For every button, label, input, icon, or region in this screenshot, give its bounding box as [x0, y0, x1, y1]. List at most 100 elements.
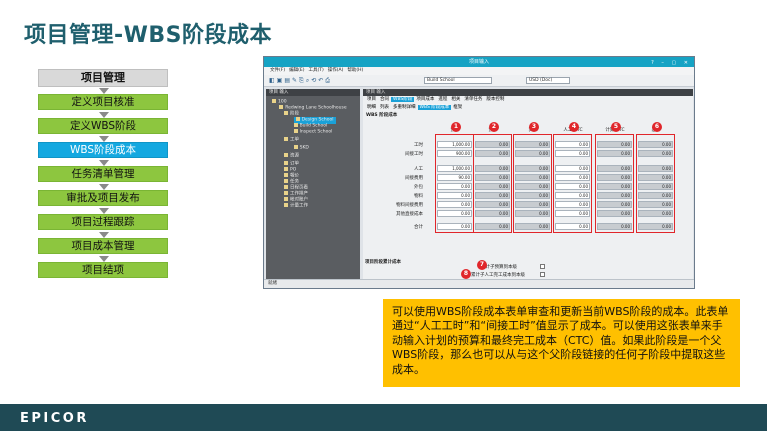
row-label: 合计 — [414, 225, 423, 230]
folder-icon — [284, 137, 288, 141]
cost-cell[interactable]: 0.00 — [555, 192, 590, 199]
callout-badge: 2 — [489, 122, 499, 132]
down-arrow-icon — [99, 208, 109, 214]
toolbar-icons[interactable]: ◧▣▤✎⎘⌕⟲↶⎙ — [269, 77, 332, 85]
cost-cell: 0.00 — [515, 210, 550, 217]
tab[interactable]: 项目成本 — [414, 97, 436, 102]
cost-cell[interactable]: 0.00 — [437, 223, 472, 230]
menu-item[interactable]: 编辑(E) — [289, 68, 304, 73]
process-header: 项目管理 — [38, 69, 168, 87]
window-body: 项目 输入 100 Redwing Lane Schoolhouse 阶段 Desig… — [264, 87, 694, 280]
cost-cell[interactable]: 0.00 — [555, 201, 590, 208]
cost-cell[interactable]: 0.00 — [555, 141, 590, 148]
folder-icon — [293, 123, 298, 127]
cost-cell: 0.00 — [638, 201, 673, 208]
process-step: 定义项目核准 — [38, 94, 168, 110]
cost-cell[interactable]: 0.00 — [555, 223, 590, 230]
main-header: 项目 输入 — [363, 89, 693, 96]
phase-combo[interactable]: Build School — [424, 77, 492, 84]
page-title: 项目管理-WBS阶段成本 — [24, 23, 273, 48]
cost-cell: 0.00 — [638, 210, 673, 217]
cost-cell: 0.00 — [597, 174, 632, 181]
row-label: 其他直接成本 — [396, 212, 423, 217]
tab[interactable]: 進程 — [436, 97, 449, 102]
tab[interactable]: 列表 — [378, 105, 391, 110]
tree-node[interactable]: 计量工作 — [284, 203, 308, 210]
menu-item[interactable]: 帮助(H) — [347, 68, 363, 73]
tree-header: 项目 输入 — [266, 89, 360, 96]
down-arrow-icon — [99, 88, 109, 94]
tree-node-label: 订单 — [290, 161, 299, 167]
tab[interactable]: 明细 — [365, 105, 378, 110]
cost-cell: 0.00 — [597, 192, 632, 199]
process-step: 定义WBS阶段 — [38, 118, 168, 134]
tab[interactable]: 相关 — [449, 97, 462, 102]
tab[interactable]: 合同 — [378, 97, 391, 102]
cost-cell: 0.00 — [515, 150, 550, 157]
rollup-budget-checkbox[interactable] — [540, 264, 545, 269]
menu-item[interactable]: 操作(A) — [328, 68, 344, 73]
tree-node-label: 计量工作 — [290, 203, 308, 209]
cost-cell: 0.00 — [515, 201, 550, 208]
tree-node-label: 任务 — [290, 179, 299, 185]
folder-icon — [293, 145, 298, 149]
cost-cell[interactable]: 0.00 — [437, 201, 472, 208]
cost-cell: 0.00 — [597, 150, 632, 157]
cost-cell[interactable]: 0.00 — [555, 150, 590, 157]
row-label: 人工 — [414, 167, 423, 172]
callout-badge: 5 — [611, 122, 621, 132]
cost-cell[interactable]: 0.00 — [437, 183, 472, 190]
epicor-logo: EPICOR — [20, 411, 89, 426]
currency-combo[interactable]: USD (Doc) — [526, 77, 570, 84]
cost-cell: 0.00 — [638, 192, 673, 199]
menu-item[interactable]: 工具(T) — [308, 68, 323, 73]
cost-cell[interactable]: 1,000.00 — [437, 165, 472, 172]
tree-node[interactable]: SKD — [293, 145, 309, 152]
cost-cell[interactable]: 0.00 — [437, 210, 472, 217]
cost-cell[interactable]: 0.00 — [437, 192, 472, 199]
menu-item[interactable]: 文件(F) — [270, 68, 285, 73]
cost-cell[interactable]: 0.00 — [555, 165, 590, 172]
down-arrow-icon — [99, 112, 109, 118]
tree-node-label: Design School — [301, 117, 334, 123]
tab[interactable]: 清单任务 — [462, 97, 484, 102]
tab[interactable]: 框架 — [451, 105, 464, 110]
callout-badge-7: 7 — [477, 260, 487, 270]
folder-icon — [284, 153, 288, 157]
tree-node-label: 工作排产 — [290, 191, 308, 197]
tree-node-label: Inspect School — [299, 129, 333, 135]
tab[interactable]: 项目 — [365, 97, 378, 102]
tab[interactable]: WBS阶段 — [391, 97, 415, 102]
cost-cell: 0.00 — [515, 192, 550, 199]
tab[interactable]: 版本控制 — [484, 97, 506, 102]
rollup-labor-checkbox[interactable] — [540, 272, 545, 277]
cost-cell[interactable]: 90.00 — [437, 174, 472, 181]
cost-cell[interactable]: 0.00 — [555, 210, 590, 217]
callout-box: 可以使用WBS阶段成本表单审查和更新当前WBS阶段的成本。此表单通过“人工工时”… — [383, 299, 740, 387]
cost-cell: 0.00 — [475, 201, 510, 208]
cost-cell: 0.00 — [597, 165, 632, 172]
cost-cell[interactable]: 1,000.00 — [437, 141, 472, 148]
tree-node[interactable]: Inspect School — [293, 129, 333, 136]
tab-row-secondary: 明细 列表 多重制详细 WBS 阶段成本 框架 — [363, 104, 693, 112]
cost-form: 预算1预计2实际3人工 CTC4计算 CTC5差分6工时1,000.000.00… — [365, 122, 691, 249]
tree-node[interactable]: 资源 — [284, 153, 299, 160]
footer-bar: EPICOR — [0, 404, 767, 431]
tab[interactable]: 多重制详细 — [391, 105, 418, 110]
tree-node-label: 報价 — [290, 173, 299, 179]
folder-icon — [279, 105, 284, 109]
tab[interactable]: WBS 阶段成本 — [417, 105, 452, 110]
down-arrow-icon — [99, 184, 109, 190]
window-controls[interactable]: ? – ▢ ✕ — [651, 58, 691, 68]
cost-cell[interactable]: 900.00 — [437, 150, 472, 157]
cost-cell[interactable]: 0.00 — [555, 183, 590, 190]
tree-node[interactable]: 工单 — [284, 137, 299, 144]
cost-cell[interactable]: 0.00 — [555, 174, 590, 181]
cost-cell: 0.00 — [515, 174, 550, 181]
folder-icon — [284, 203, 288, 207]
folder-icon — [293, 129, 298, 133]
folder-icon — [284, 179, 288, 183]
tree-node-label: 工单 — [290, 137, 299, 143]
process-step: 审批及项目发布 — [38, 190, 168, 206]
cost-cell: 0.00 — [475, 165, 510, 172]
